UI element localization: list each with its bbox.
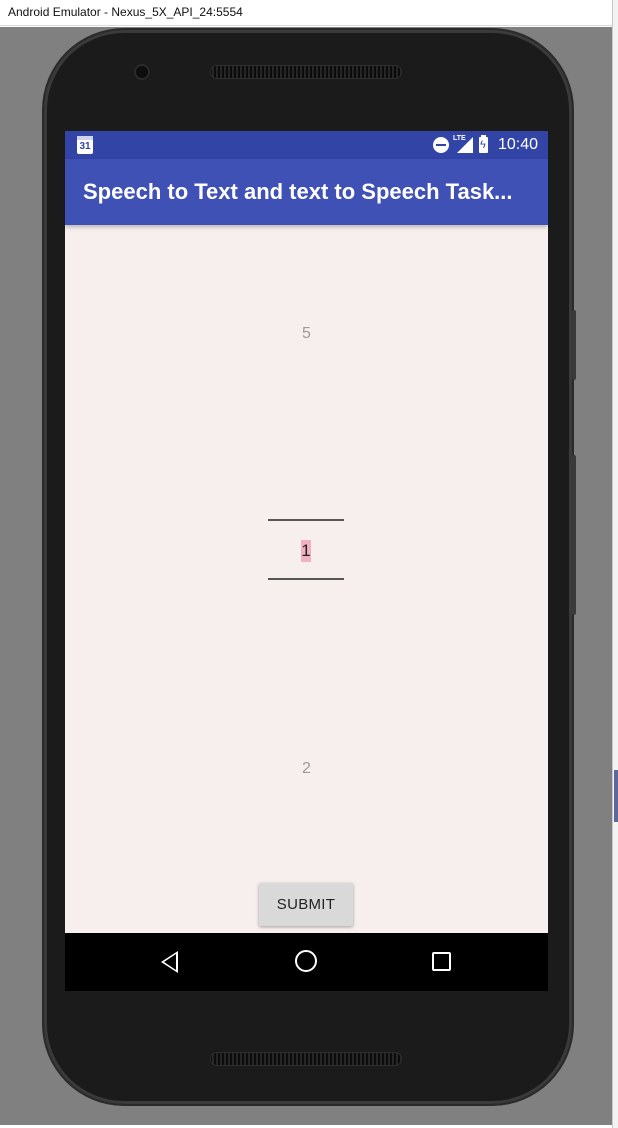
picker-selected-value[interactable]: 1 (301, 540, 311, 562)
submit-button[interactable]: SUBMIT (259, 883, 353, 926)
picker-divider-top (268, 519, 344, 521)
battery-charging-icon (478, 135, 488, 153)
status-bar: 31 LTE 10:40 (65, 131, 548, 159)
app-title: Speech to Text and text to Speech Task..… (83, 179, 513, 204)
picker-divider-bottom (268, 578, 344, 580)
network-type-label: LTE (452, 135, 466, 142)
emulator-window-title: Android Emulator - Nexus_5X_API_24:5554 (0, 0, 612, 26)
back-triangle-icon[interactable] (161, 951, 178, 973)
device-screen: 31 LTE 10:40 Speech to Text and text to … (65, 131, 548, 991)
top-speaker-grille (210, 65, 402, 79)
app-toolbar: Speech to Text and text to Speech Task..… (65, 159, 548, 225)
window-edge-accent (614, 770, 618, 822)
do-not-disturb-icon (432, 137, 449, 153)
bottom-speaker-grille (210, 1052, 402, 1066)
front-camera (134, 64, 150, 80)
picker-next-value[interactable]: 2 (65, 760, 548, 778)
volume-rocker[interactable] (572, 455, 576, 615)
status-clock: 10:40 (497, 136, 538, 153)
navigation-bar (65, 933, 548, 991)
picker-previous-value[interactable]: 5 (65, 325, 548, 343)
status-icons: LTE 10:40 (432, 131, 538, 159)
calendar-icon: 31 (77, 136, 93, 154)
recents-square-icon[interactable] (432, 952, 451, 971)
home-circle-icon[interactable] (295, 950, 317, 972)
power-button[interactable] (572, 310, 576, 380)
signal-icon: LTE (452, 135, 473, 153)
window-edge (612, 0, 618, 1128)
